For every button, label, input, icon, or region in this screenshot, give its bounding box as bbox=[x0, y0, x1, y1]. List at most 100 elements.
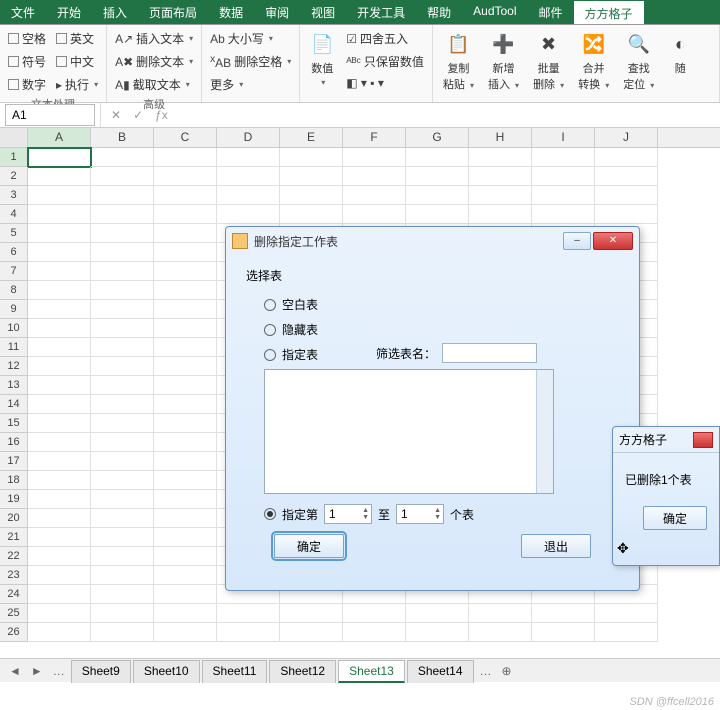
cell[interactable] bbox=[28, 566, 91, 585]
cell[interactable] bbox=[406, 205, 469, 224]
cell[interactable] bbox=[28, 585, 91, 604]
cell[interactable] bbox=[91, 167, 154, 186]
row-header[interactable]: 13 bbox=[0, 376, 28, 395]
cell[interactable] bbox=[406, 167, 469, 186]
cell[interactable] bbox=[154, 300, 217, 319]
cell[interactable] bbox=[91, 433, 154, 452]
cell[interactable] bbox=[28, 528, 91, 547]
cell[interactable] bbox=[91, 243, 154, 262]
new-sheet-button[interactable]: ⊕ bbox=[497, 664, 517, 678]
cell[interactable] bbox=[154, 357, 217, 376]
cell[interactable] bbox=[91, 604, 154, 623]
cell[interactable] bbox=[28, 186, 91, 205]
ribbon-tab-11[interactable]: 方方格子 bbox=[574, 0, 644, 24]
cell[interactable] bbox=[28, 604, 91, 623]
cell[interactable] bbox=[217, 205, 280, 224]
cell[interactable] bbox=[28, 452, 91, 471]
ribbon-tab-3[interactable]: 页面布局 bbox=[138, 0, 208, 24]
cell[interactable] bbox=[217, 186, 280, 205]
cell[interactable] bbox=[28, 433, 91, 452]
row-header[interactable]: 26 bbox=[0, 623, 28, 642]
cell[interactable] bbox=[217, 623, 280, 642]
spin-up-icon[interactable]: ▲ bbox=[434, 507, 441, 514]
cell[interactable] bbox=[91, 509, 154, 528]
cell[interactable] bbox=[28, 319, 91, 338]
cell[interactable] bbox=[406, 604, 469, 623]
cell[interactable] bbox=[280, 604, 343, 623]
row-header[interactable]: 9 bbox=[0, 300, 28, 319]
cell[interactable] bbox=[532, 148, 595, 167]
cell[interactable] bbox=[154, 376, 217, 395]
cell[interactable] bbox=[154, 528, 217, 547]
row-header[interactable]: 24 bbox=[0, 585, 28, 604]
close-button[interactable]: ✕ bbox=[593, 232, 633, 250]
cell[interactable] bbox=[154, 623, 217, 642]
sheet-tab[interactable]: Sheet11 bbox=[202, 660, 268, 683]
btn-trim[interactable]: xAB删除空格▾ bbox=[208, 51, 293, 72]
cell[interactable] bbox=[91, 547, 154, 566]
ribbon-tab-1[interactable]: 开始 bbox=[46, 0, 92, 24]
name-box[interactable] bbox=[5, 104, 95, 126]
cell[interactable] bbox=[154, 243, 217, 262]
col-header[interactable]: F bbox=[343, 128, 406, 147]
cell[interactable] bbox=[154, 566, 217, 585]
cell[interactable] bbox=[28, 300, 91, 319]
cell[interactable] bbox=[28, 338, 91, 357]
cell[interactable] bbox=[154, 433, 217, 452]
cell[interactable] bbox=[154, 452, 217, 471]
cell[interactable] bbox=[532, 623, 595, 642]
cell[interactable] bbox=[28, 224, 91, 243]
col-header[interactable]: I bbox=[532, 128, 595, 147]
cell[interactable] bbox=[595, 604, 658, 623]
cell[interactable] bbox=[28, 167, 91, 186]
big-btn-0[interactable]: 📋复制粘贴 ▾ bbox=[439, 28, 478, 94]
cell[interactable] bbox=[154, 509, 217, 528]
cell[interactable] bbox=[91, 528, 154, 547]
cell[interactable] bbox=[91, 452, 154, 471]
col-header[interactable]: E bbox=[280, 128, 343, 147]
cell[interactable] bbox=[91, 376, 154, 395]
cell[interactable] bbox=[91, 490, 154, 509]
popup-ok-button[interactable]: 确定 bbox=[643, 506, 707, 530]
ribbon-tab-0[interactable]: 文件 bbox=[0, 0, 46, 24]
cell[interactable] bbox=[28, 262, 91, 281]
cell[interactable] bbox=[343, 167, 406, 186]
big-btn-1[interactable]: ➕新增插入 ▾ bbox=[484, 28, 523, 94]
cell[interactable] bbox=[154, 167, 217, 186]
cell[interactable] bbox=[595, 186, 658, 205]
ribbon-tab-8[interactable]: 帮助 bbox=[416, 0, 462, 24]
btn-number[interactable]: 📄 数值▾ bbox=[306, 28, 338, 92]
cell[interactable] bbox=[343, 186, 406, 205]
col-header[interactable]: G bbox=[406, 128, 469, 147]
cell[interactable] bbox=[28, 471, 91, 490]
cancel-icon[interactable]: ✕ bbox=[111, 108, 121, 122]
sheet-tab[interactable]: Sheet9 bbox=[71, 660, 131, 683]
ribbon-tab-7[interactable]: 开发工具 bbox=[346, 0, 416, 24]
minimize-button[interactable]: – bbox=[563, 232, 591, 250]
chk-space[interactable]: 空格 bbox=[6, 28, 48, 49]
cell[interactable] bbox=[154, 281, 217, 300]
spin-down-icon[interactable]: ▼ bbox=[362, 514, 369, 521]
row-header[interactable]: 21 bbox=[0, 528, 28, 547]
ribbon-tab-10[interactable]: 邮件 bbox=[528, 0, 574, 24]
cell[interactable] bbox=[91, 186, 154, 205]
cell[interactable] bbox=[91, 148, 154, 167]
cell[interactable] bbox=[343, 604, 406, 623]
confirm-icon[interactable]: ✓ bbox=[133, 108, 143, 122]
cell[interactable] bbox=[28, 509, 91, 528]
cell[interactable] bbox=[343, 205, 406, 224]
cell[interactable] bbox=[469, 604, 532, 623]
cell[interactable] bbox=[532, 186, 595, 205]
cell[interactable] bbox=[154, 395, 217, 414]
cell[interactable] bbox=[28, 243, 91, 262]
cell[interactable] bbox=[343, 623, 406, 642]
cell[interactable] bbox=[154, 319, 217, 338]
chk-number[interactable]: 数字 bbox=[6, 74, 48, 95]
cell[interactable] bbox=[280, 623, 343, 642]
btn-insert-text[interactable]: A↗插入文本▾ bbox=[113, 28, 195, 49]
cell[interactable] bbox=[91, 357, 154, 376]
cell[interactable] bbox=[154, 471, 217, 490]
cell[interactable] bbox=[469, 167, 532, 186]
row-header[interactable]: 19 bbox=[0, 490, 28, 509]
cancel-button[interactable]: 退出 bbox=[521, 534, 591, 558]
